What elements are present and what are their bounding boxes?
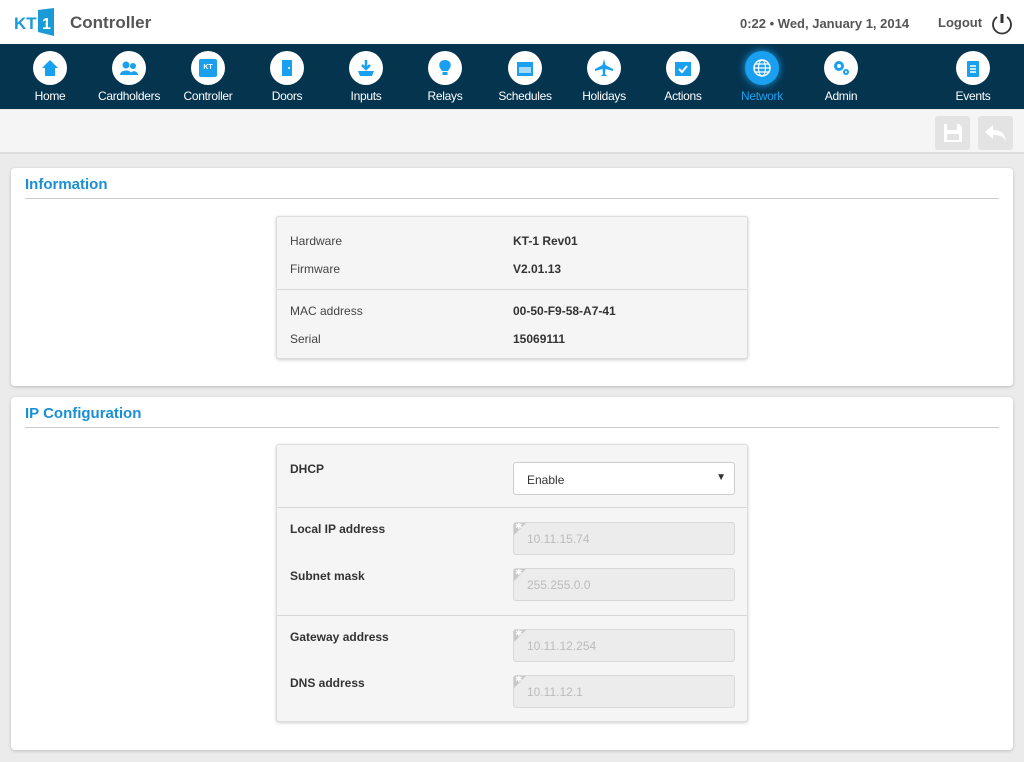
subnet-value: 255.255.0.0 xyxy=(527,578,591,592)
nav-item-relays[interactable]: Relays xyxy=(405,44,485,109)
main-nav: Home Cardholders KT Controller Doors Inputs Re… xyxy=(0,44,1024,109)
nav-item-actions[interactable]: Actions xyxy=(643,44,723,109)
lightbulb-icon xyxy=(428,51,462,85)
header: KT 1 Controller 0:22 • Wed, January 1, 2… xyxy=(0,0,1024,44)
app-title: Controller xyxy=(70,13,152,32)
calendar-icon xyxy=(508,51,542,85)
nav-item-doors[interactable]: Doors xyxy=(247,44,327,109)
mac-value: 00-50-F9-58-A7-41 xyxy=(513,304,616,318)
firmware-value: V2.01.13 xyxy=(513,262,562,276)
local-ip-label: Local IP address xyxy=(290,522,386,536)
subnet-input[interactable]: ✱ 255.255.0.0 xyxy=(513,568,735,601)
asterisk-icon: ✱ xyxy=(515,629,523,638)
information-card: Information Hardware KT-1 Rev01 Firmware… xyxy=(11,168,1013,386)
divider xyxy=(25,198,999,199)
airplane-icon xyxy=(587,51,621,85)
users-icon xyxy=(112,51,146,85)
nav-label: Network xyxy=(741,89,783,103)
nav-item-controller[interactable]: KT Controller xyxy=(168,44,248,109)
nav-label: Relays xyxy=(427,89,463,103)
toolbar xyxy=(0,110,1024,154)
nav-item-events[interactable]: Events xyxy=(933,44,1013,109)
calendar-check-icon xyxy=(666,51,700,85)
nav-item-schedules[interactable]: Schedules xyxy=(485,44,565,109)
nav-label: Inputs xyxy=(350,89,382,103)
gears-icon xyxy=(824,51,858,85)
asterisk-icon: ✱ xyxy=(515,675,523,684)
controller-icon: KT xyxy=(191,51,225,85)
local-ip-value: 10.11.15.74 xyxy=(527,532,590,546)
nav-item-network[interactable]: Network xyxy=(722,44,802,109)
dns-input[interactable]: ✱ 10.11.12.1 xyxy=(513,675,735,708)
globe-icon xyxy=(745,51,779,85)
nav-item-cardholders[interactable]: Cardholders xyxy=(89,44,169,109)
firmware-label: Firmware xyxy=(290,262,340,276)
undo-button[interactable] xyxy=(978,116,1013,150)
save-button[interactable] xyxy=(935,116,970,150)
hardware-label: Hardware xyxy=(290,234,343,248)
nav-label: Home xyxy=(34,89,66,103)
input-icon xyxy=(349,51,383,85)
nav-label: Cardholders xyxy=(97,89,161,103)
gateway-value: 10.11.12.254 xyxy=(527,639,597,653)
kt1-logo: KT 1 xyxy=(14,8,54,36)
divider xyxy=(277,507,747,508)
nav-item-inputs[interactable]: Inputs xyxy=(326,44,406,109)
dns-value: 10.11.12.1 xyxy=(527,685,583,699)
home-icon xyxy=(33,51,67,85)
serial-value: 15069111 xyxy=(513,332,566,346)
information-panel: Hardware KT-1 Rev01 Firmware V2.01.13 MA… xyxy=(276,216,748,359)
nav-label: Actions xyxy=(664,89,702,103)
power-icon[interactable] xyxy=(990,12,1014,36)
logout-link[interactable]: Logout xyxy=(938,15,982,30)
divider xyxy=(277,289,747,290)
chevron-down-icon: ▼ xyxy=(716,472,726,483)
nav-label: Holidays xyxy=(582,89,626,103)
asterisk-icon: ✱ xyxy=(515,522,523,531)
dhcp-select[interactable]: Enable ▼ xyxy=(513,462,735,495)
nav-label: Controller xyxy=(183,89,233,103)
mac-label: MAC address xyxy=(290,304,363,318)
information-title: Information xyxy=(25,176,108,193)
nav-item-home[interactable]: Home xyxy=(10,44,90,109)
ip-configuration-card: IP Configuration DHCP Enable ▼ Local IP a… xyxy=(11,397,1013,750)
svg-text:1: 1 xyxy=(42,16,51,33)
clock: 0:22 • Wed, January 1, 2014 xyxy=(740,16,910,31)
dns-label: DNS address xyxy=(290,676,365,690)
nav-item-admin[interactable]: Admin xyxy=(801,44,881,109)
nav-label: Doors xyxy=(271,89,303,103)
dhcp-value: Enable xyxy=(527,473,565,487)
hardware-value: KT-1 Rev01 xyxy=(513,234,578,248)
svg-text:KT: KT xyxy=(14,14,37,33)
clipboard-icon xyxy=(956,51,990,85)
gateway-input[interactable]: ✱ 10.11.12.254 xyxy=(513,629,735,662)
undo-icon xyxy=(984,125,1006,141)
nav-label: Events xyxy=(955,89,991,103)
door-icon xyxy=(270,51,304,85)
save-icon xyxy=(943,124,962,142)
nav-label: Schedules xyxy=(498,89,552,103)
ip-configuration-panel: DHCP Enable ▼ Local IP address ✱ 10.11.15.… xyxy=(276,444,748,722)
asterisk-icon: ✱ xyxy=(515,568,523,577)
divider xyxy=(25,427,999,428)
dhcp-label: DHCP xyxy=(290,462,325,476)
local-ip-input[interactable]: ✱ 10.11.15.74 xyxy=(513,522,735,555)
gateway-label: Gateway address xyxy=(290,630,389,644)
subnet-label: Subnet mask xyxy=(290,569,365,583)
nav-label: Admin xyxy=(824,89,858,103)
serial-label: Serial xyxy=(290,332,321,346)
divider xyxy=(277,615,747,616)
ip-configuration-title: IP Configuration xyxy=(25,405,142,422)
nav-item-holidays[interactable]: Holidays xyxy=(564,44,644,109)
